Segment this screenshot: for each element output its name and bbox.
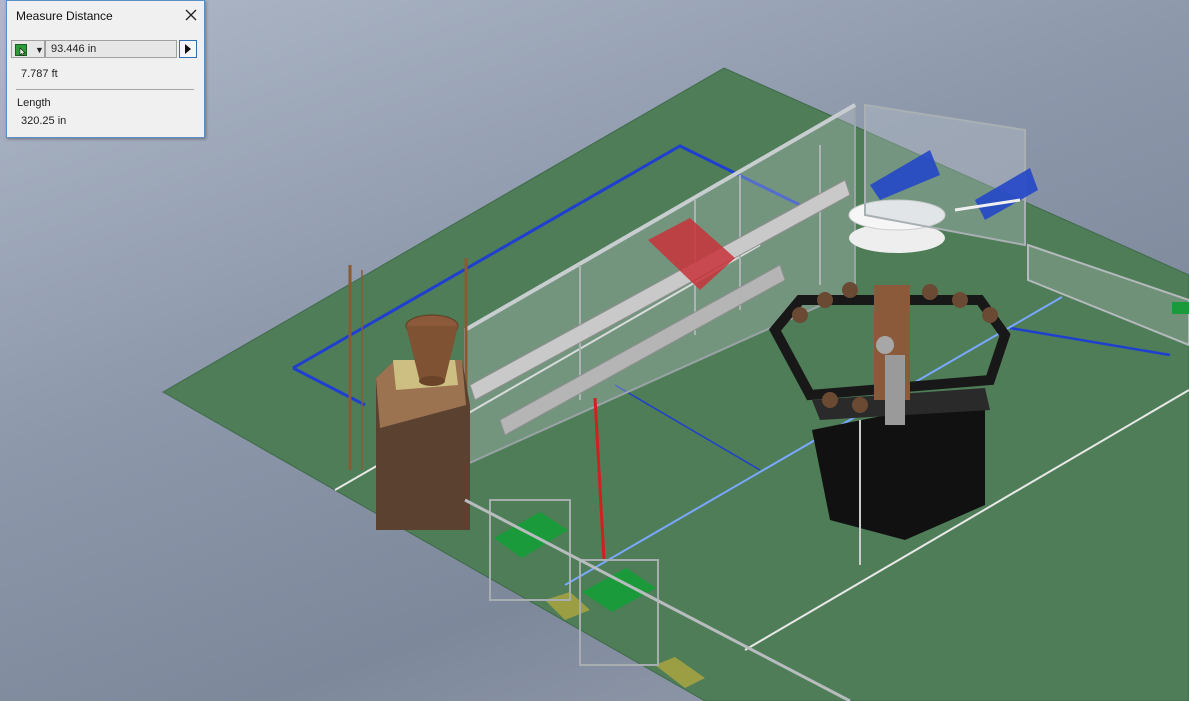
measure-distance-dialog: Measure Distance ▼ 93.446 in 7.787 ft Le… — [6, 0, 205, 138]
distance-value-field[interactable]: 93.446 in — [45, 40, 177, 58]
length-label: Length — [17, 97, 51, 109]
chevron-down-icon: ▼ — [35, 45, 44, 55]
alternate-units-value: 7.787 ft — [21, 68, 58, 80]
green-part — [1172, 302, 1189, 314]
length-value: 320.25 in — [21, 115, 67, 127]
ground-plane[interactable] — [161, 67, 1189, 701]
measure-tool-dropdown[interactable]: ▼ — [11, 40, 45, 58]
divider — [16, 89, 194, 90]
dialog-title: Measure Distance — [16, 9, 113, 23]
measure-tool-icon — [15, 43, 27, 56]
expand-button[interactable] — [179, 40, 197, 58]
close-icon[interactable] — [183, 7, 199, 23]
